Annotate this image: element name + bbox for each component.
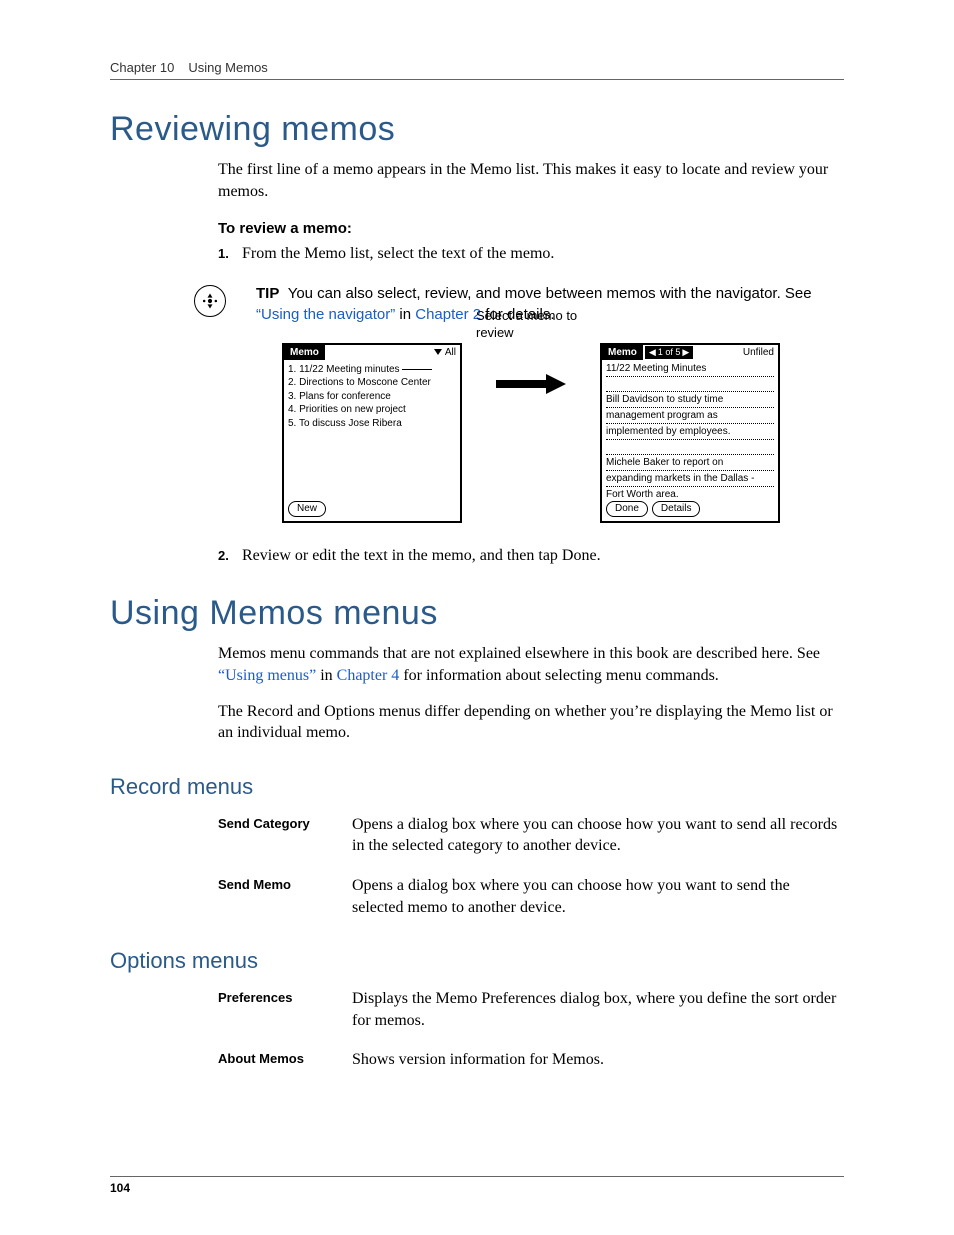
memo-line[interactable]: expanding markets in the Dallas - xyxy=(606,473,774,487)
options-menus-table: Preferences Displays the Memo Preference… xyxy=(218,988,844,1071)
figure-memo-screens: Memo All 1. 11/22 Meeting minutes 2. Dir… xyxy=(218,343,844,523)
tip-before: You can also select, review, and move be… xyxy=(288,285,812,302)
new-button[interactable]: New xyxy=(288,501,326,517)
memo-line[interactable]: implemented by employees. xyxy=(606,426,774,440)
paragraph-reviewing: The first line of a memo appears in the … xyxy=(218,159,844,202)
screen-title: Memo xyxy=(602,345,643,360)
memo-title-line[interactable]: 11/22 Meeting Minutes xyxy=(606,363,774,377)
term-send-memo: Send Memo xyxy=(218,875,352,918)
step-number: 1. xyxy=(218,245,242,265)
callout-text: Select a memo to review xyxy=(476,308,586,342)
heading-reviewing-memos: Reviewing memos xyxy=(110,110,844,149)
memo-line[interactable]: Michele Baker to report on xyxy=(606,457,774,471)
screen-title: Memo xyxy=(284,345,325,360)
category-dropdown[interactable]: All xyxy=(434,347,460,358)
page: Chapter 10 Using Memos Reviewing memos T… xyxy=(0,0,954,1235)
table-row: Send Memo Opens a dialog box where you c… xyxy=(218,875,844,918)
arrow-right-icon xyxy=(496,374,566,399)
dropdown-icon xyxy=(434,349,442,355)
list-item[interactable]: 3. Plans for conference xyxy=(288,390,456,404)
desc-about-memos: Shows version information for Memos. xyxy=(352,1049,604,1071)
step-text: From the Memo list, select the text of t… xyxy=(242,243,554,265)
term-preferences: Preferences xyxy=(218,988,352,1031)
heading-using-memos-menus: Using Memos menus xyxy=(110,594,844,633)
term-send-category: Send Category xyxy=(218,814,352,857)
tip-label: TIP xyxy=(256,285,279,302)
desc-send-category: Opens a dialog box where you can choose … xyxy=(352,814,844,857)
record-nav[interactable]: ◀ 1 of 5 ▶ xyxy=(645,346,693,359)
palm-screen-memo-list: Memo All 1. 11/22 Meeting minutes 2. Dir… xyxy=(282,343,462,523)
memo-line[interactable] xyxy=(606,379,774,392)
memo-line[interactable]: management program as xyxy=(606,410,774,424)
heading-options-menus: Options menus xyxy=(110,948,844,974)
desc-preferences: Displays the Memo Preferences dialog box… xyxy=(352,988,844,1031)
procedure-title: To review a memo: xyxy=(218,220,844,237)
running-header: Chapter 10 Using Memos xyxy=(110,60,844,80)
link-using-menus[interactable]: “Using menus” xyxy=(218,667,316,684)
details-button[interactable]: Details xyxy=(652,501,701,517)
step-number: 2. xyxy=(218,547,242,567)
category-label[interactable]: Unfiled xyxy=(743,347,778,358)
palm-screen-memo-detail: Memo ◀ 1 of 5 ▶ Unfiled 11/22 Meeting Mi… xyxy=(600,343,780,523)
link-chapter-2[interactable]: Chapter 2 xyxy=(415,306,481,323)
record-menus-table: Send Category Opens a dialog box where y… xyxy=(218,814,844,918)
memo-line[interactable] xyxy=(606,442,774,455)
done-button[interactable]: Done xyxy=(606,501,648,517)
paragraph-menus-1: Memos menu commands that are not explain… xyxy=(218,643,844,686)
step-1: 1. From the Memo list, select the text o… xyxy=(218,243,844,265)
link-chapter-4[interactable]: Chapter 4 xyxy=(337,667,400,684)
step-2: 2. Review or edit the text in the memo, … xyxy=(218,545,844,567)
list-item[interactable]: 5. To discuss Jose Ribera xyxy=(288,417,456,431)
chapter-label: Chapter 10 xyxy=(110,60,174,75)
tip-mid: in xyxy=(395,306,415,323)
link-using-navigator[interactable]: “Using the navigator” xyxy=(256,306,395,323)
term-about-memos: About Memos xyxy=(218,1049,352,1071)
chapter-title: Using Memos xyxy=(188,60,267,75)
table-row: Send Category Opens a dialog box where y… xyxy=(218,814,844,857)
next-icon: ▶ xyxy=(682,347,689,358)
list-item[interactable]: 1. 11/22 Meeting minutes xyxy=(288,363,456,377)
heading-record-menus: Record menus xyxy=(110,774,844,800)
paragraph-menus-2: The Record and Options menus differ depe… xyxy=(218,701,844,744)
list-item[interactable]: 2. Directions to Moscone Center xyxy=(288,376,456,390)
page-number: 104 xyxy=(110,1176,844,1195)
memo-line[interactable]: Bill Davidson to study time xyxy=(606,394,774,408)
list-item[interactable]: 4. Priorities on new project xyxy=(288,403,456,417)
prev-icon: ◀ xyxy=(649,347,656,358)
step-text: Review or edit the text in the memo, and… xyxy=(242,545,601,567)
table-row: About Memos Shows version information fo… xyxy=(218,1049,844,1071)
memo-line[interactable]: Fort Worth area. xyxy=(606,489,774,499)
desc-send-memo: Opens a dialog box where you can choose … xyxy=(352,875,844,918)
table-row: Preferences Displays the Memo Preference… xyxy=(218,988,844,1031)
navigator-icon xyxy=(194,285,226,317)
